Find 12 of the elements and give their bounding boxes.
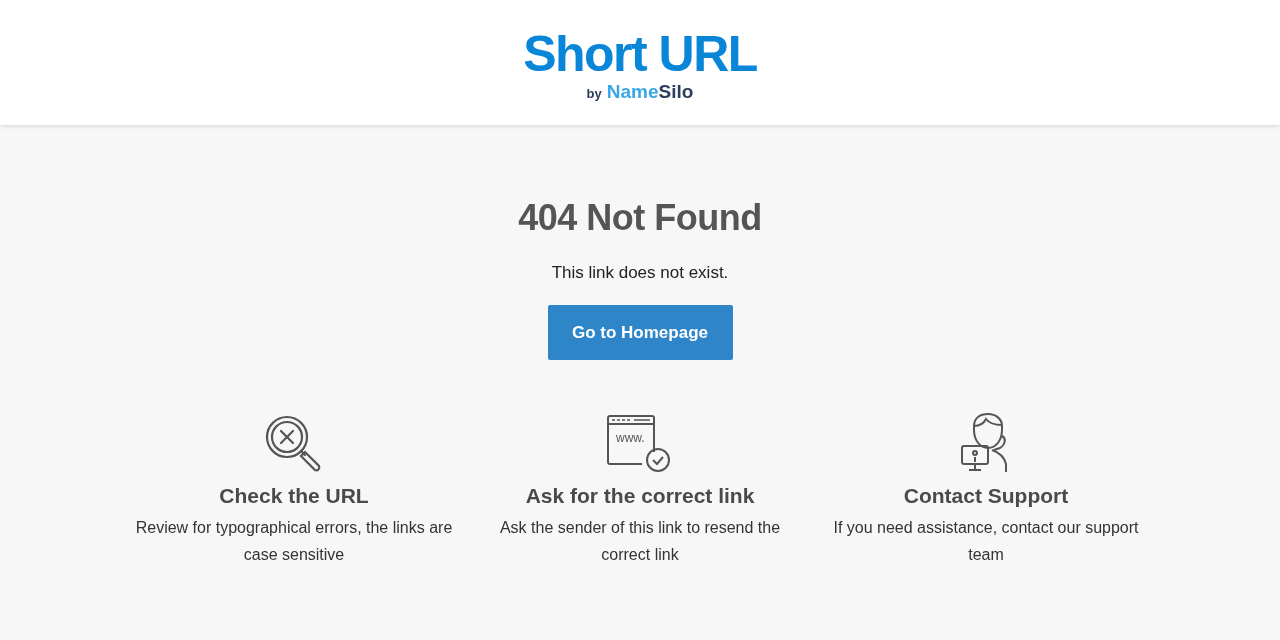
brand-name: NameSilo xyxy=(606,80,694,103)
tip-title: Check the URL xyxy=(219,484,369,508)
tip-text: Ask the sender of this link to resend the correct link xyxy=(498,518,782,565)
logo-title: Short URL xyxy=(523,26,757,81)
error-message: This link does not exist. xyxy=(551,263,729,283)
tip-title: Contact Support xyxy=(903,484,1069,508)
homepage-button[interactable]: Go to Homepage xyxy=(547,305,733,360)
logo-byline: by xyxy=(586,85,602,101)
tip-text: Review for typographical errors, the links are case sensitive xyxy=(134,518,454,565)
tip-title: Ask for the correct link xyxy=(525,484,755,508)
error-title: 404 Not Found xyxy=(518,197,762,239)
tip-text: If you need assistance, contact our support team xyxy=(832,518,1140,565)
